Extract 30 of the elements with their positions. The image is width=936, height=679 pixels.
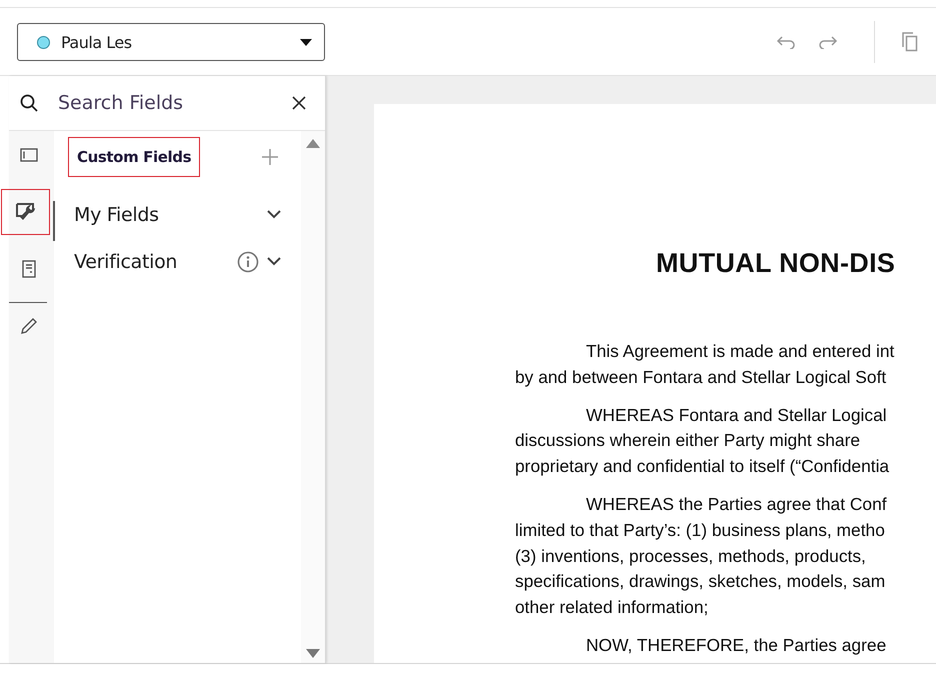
undo-icon[interactable] [776, 34, 796, 48]
add-icon[interactable] [261, 148, 279, 166]
text-line: limited to that Party’s: (1) business plans, metho [515, 518, 886, 542]
text-line: proprietary and confidential to itself (“Confidentia [515, 455, 890, 478]
close-icon[interactable] [291, 95, 307, 111]
group-label[interactable]: Verification [74, 250, 237, 272]
document-title: MUTUAL NON-DIS [656, 248, 896, 279]
scrollbar[interactable] [301, 131, 325, 663]
group-label[interactable]: My Fields [74, 204, 267, 226]
text-line: (3) inventions, processes, methods, products, [515, 544, 867, 568]
caret-icon [300, 38, 312, 46]
participant-dropdown[interactable]: Paula Les [17, 23, 325, 61]
text-line: WHEREAS the Parties agree that Conf [585, 492, 888, 516]
text-line: by and between Fontara and Stellar Logical Soft [515, 366, 888, 389]
wrench-icon[interactable] [1, 189, 50, 235]
scroll-down-icon[interactable] [306, 649, 320, 659]
chevron-icon[interactable] [267, 210, 281, 219]
chevron-icon[interactable] [267, 257, 281, 266]
search-icon [20, 94, 38, 112]
copy-icon[interactable] [902, 32, 918, 52]
text-line: other related information; [515, 596, 710, 620]
text-line: specifications, drawings, sketches, models, sam [515, 570, 886, 594]
text-line: This Agreement is made and entered int [585, 340, 896, 363]
text-line: discussions wherein either Party might share [515, 429, 862, 452]
section-title: Custom Fields [68, 137, 200, 177]
redo-icon[interactable] [818, 34, 838, 48]
text-line: NOW, THEREFORE, the Parties agree [585, 634, 888, 657]
scroll-up-icon[interactable] [306, 138, 320, 148]
info-icon[interactable] [237, 250, 259, 272]
text-line: WHEREAS Fontara and Stellar Logical [585, 404, 888, 427]
